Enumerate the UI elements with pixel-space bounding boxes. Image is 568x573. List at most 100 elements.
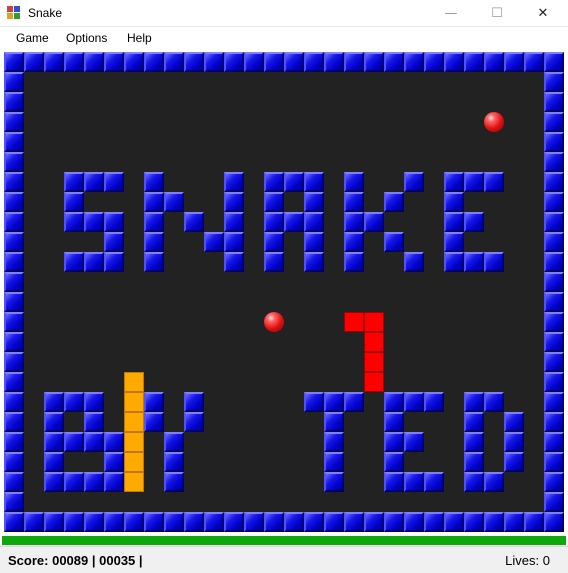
wall-block <box>64 212 84 232</box>
wall-block <box>4 192 24 212</box>
wall-block <box>444 52 464 72</box>
wall-block <box>344 252 364 272</box>
wall-block <box>384 192 404 212</box>
wall-block <box>264 252 284 272</box>
wall-block <box>44 452 64 472</box>
wall-block <box>184 52 204 72</box>
score-readout: Score: 00089 | 00035 | <box>8 553 143 568</box>
wall-block <box>544 332 564 352</box>
wall-block <box>264 52 284 72</box>
wall-block <box>44 472 64 492</box>
wall-block <box>484 52 504 72</box>
wall-block <box>84 512 104 532</box>
wall-block <box>404 472 424 492</box>
wall-block <box>464 172 484 192</box>
menu-game[interactable]: Game <box>16 31 49 45</box>
wall-block <box>84 172 104 192</box>
wall-block <box>304 52 324 72</box>
apple-icon <box>264 312 284 332</box>
wall-block <box>224 172 244 192</box>
app-icon[interactable] <box>7 6 21 20</box>
secondary-counter: 00035 <box>99 553 136 568</box>
wall-block <box>464 412 484 432</box>
wall-block <box>4 112 24 132</box>
wall-block <box>164 52 184 72</box>
wall-block <box>164 432 184 452</box>
wall-block <box>84 412 104 432</box>
close-button[interactable]: ✕ <box>520 0 566 27</box>
wall-block <box>404 512 424 532</box>
wall-block <box>64 472 84 492</box>
wall-block <box>64 172 84 192</box>
menu-bar: Game Options Help <box>0 27 568 49</box>
wall-block <box>504 432 524 452</box>
menu-help[interactable]: Help <box>127 31 152 45</box>
wall-block <box>484 392 504 412</box>
wall-block <box>4 92 24 112</box>
wall-block <box>144 232 164 252</box>
wall-block <box>464 452 484 472</box>
wall-block <box>4 412 24 432</box>
wall-block <box>544 52 564 72</box>
title-bar: Snake — ☐ ✕ <box>0 0 568 27</box>
wall-block <box>404 392 424 412</box>
wall-block <box>104 212 124 232</box>
wall-block <box>344 52 364 72</box>
wall-block <box>204 232 224 252</box>
wall-block <box>264 232 284 252</box>
wall-block <box>4 252 24 272</box>
wall-block <box>104 252 124 272</box>
progress-bar <box>2 536 566 545</box>
wall-block <box>284 212 304 232</box>
wall-block <box>284 52 304 72</box>
menu-options[interactable]: Options <box>66 31 107 45</box>
wall-block <box>404 252 424 272</box>
maximize-button[interactable]: ☐ <box>474 0 520 27</box>
wall-block <box>544 152 564 172</box>
wall-block <box>84 52 104 72</box>
wall-block <box>4 492 24 512</box>
wall-block <box>44 512 64 532</box>
wall-block <box>504 452 524 472</box>
snake-segment-red <box>344 312 364 332</box>
wall-block <box>44 52 64 72</box>
wall-block <box>4 512 24 532</box>
wall-block <box>64 52 84 72</box>
snake-segment-orange <box>124 392 144 412</box>
wall-block <box>544 372 564 392</box>
wall-block <box>4 312 24 332</box>
wall-block <box>544 72 564 92</box>
wall-block <box>364 52 384 72</box>
wall-block <box>64 392 84 412</box>
wall-block <box>84 212 104 232</box>
lives-readout: Lives: 0 <box>505 553 550 568</box>
wall-block <box>524 512 544 532</box>
wall-block <box>24 512 44 532</box>
wall-block <box>424 512 444 532</box>
snake-segment-red <box>364 312 384 332</box>
wall-block <box>224 232 244 252</box>
wall-block <box>544 432 564 452</box>
game-board[interactable] <box>4 52 564 532</box>
wall-block <box>424 392 444 412</box>
wall-block <box>44 432 64 452</box>
wall-block <box>324 512 344 532</box>
wall-block <box>484 172 504 192</box>
wall-block <box>4 132 24 152</box>
wall-block <box>544 92 564 112</box>
minimize-button[interactable]: — <box>428 0 474 27</box>
wall-block <box>4 72 24 92</box>
wall-block <box>544 232 564 252</box>
wall-block <box>84 252 104 272</box>
wall-block <box>444 192 464 212</box>
wall-block <box>164 472 184 492</box>
wall-block <box>444 512 464 532</box>
wall-block <box>4 52 24 72</box>
wall-block <box>304 252 324 272</box>
wall-block <box>484 512 504 532</box>
wall-block <box>4 292 24 312</box>
wall-block <box>484 472 504 492</box>
wall-block <box>384 412 404 432</box>
wall-block <box>284 512 304 532</box>
wall-block <box>544 512 564 532</box>
